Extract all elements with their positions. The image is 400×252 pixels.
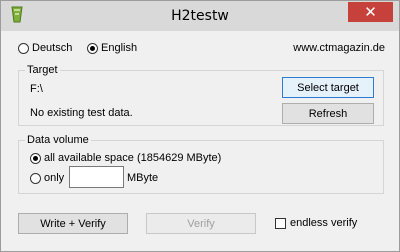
only-radio-indicator[interactable] <box>30 172 41 184</box>
write-verify-button[interactable]: Write + Verify <box>18 213 128 234</box>
close-button[interactable]: ✕ <box>348 2 393 22</box>
radio-english-label: English <box>101 42 138 54</box>
endless-verify-label: endless verify <box>290 217 358 229</box>
radio-english-indicator[interactable] <box>87 42 98 54</box>
mbyte-unit-label: MByte <box>127 172 159 184</box>
radio-deutsch-indicator[interactable] <box>18 42 29 54</box>
only-label: only <box>44 172 65 184</box>
verify-button[interactable]: Verify <box>146 213 256 234</box>
target-legend: Target <box>25 64 60 76</box>
all-space-label: all available space (1854629 MByte) <box>44 152 222 164</box>
all-space-radio[interactable]: all available space (1854629 MByte) <box>30 152 221 164</box>
close-icon: ✕ <box>364 3 377 21</box>
language-radio-deutsch[interactable]: Deutsch <box>18 42 72 54</box>
data-volume-legend: Data volume <box>25 134 91 146</box>
h2testw-window: H2testw ✕ Deutsch English www.ctmagazin.… <box>0 0 400 252</box>
refresh-button[interactable]: Refresh <box>282 103 374 124</box>
only-mbyte-input[interactable] <box>69 166 124 188</box>
target-path: F:\ <box>30 83 43 95</box>
endless-verify-checkbox[interactable]: endless verify <box>275 217 357 229</box>
endless-verify-box[interactable] <box>275 217 286 229</box>
only-radio[interactable]: only <box>30 172 64 184</box>
title-bar[interactable]: H2testw ✕ <box>1 1 399 31</box>
language-radio-english[interactable]: English <box>87 42 137 54</box>
target-status: No existing test data. <box>30 107 133 119</box>
select-target-button[interactable]: Select target <box>282 77 374 98</box>
window-title: H2testw <box>171 8 229 24</box>
all-space-radio-indicator[interactable] <box>30 152 41 164</box>
website-label: www.ctmagazin.de <box>293 42 385 54</box>
radio-deutsch-label: Deutsch <box>32 42 73 54</box>
